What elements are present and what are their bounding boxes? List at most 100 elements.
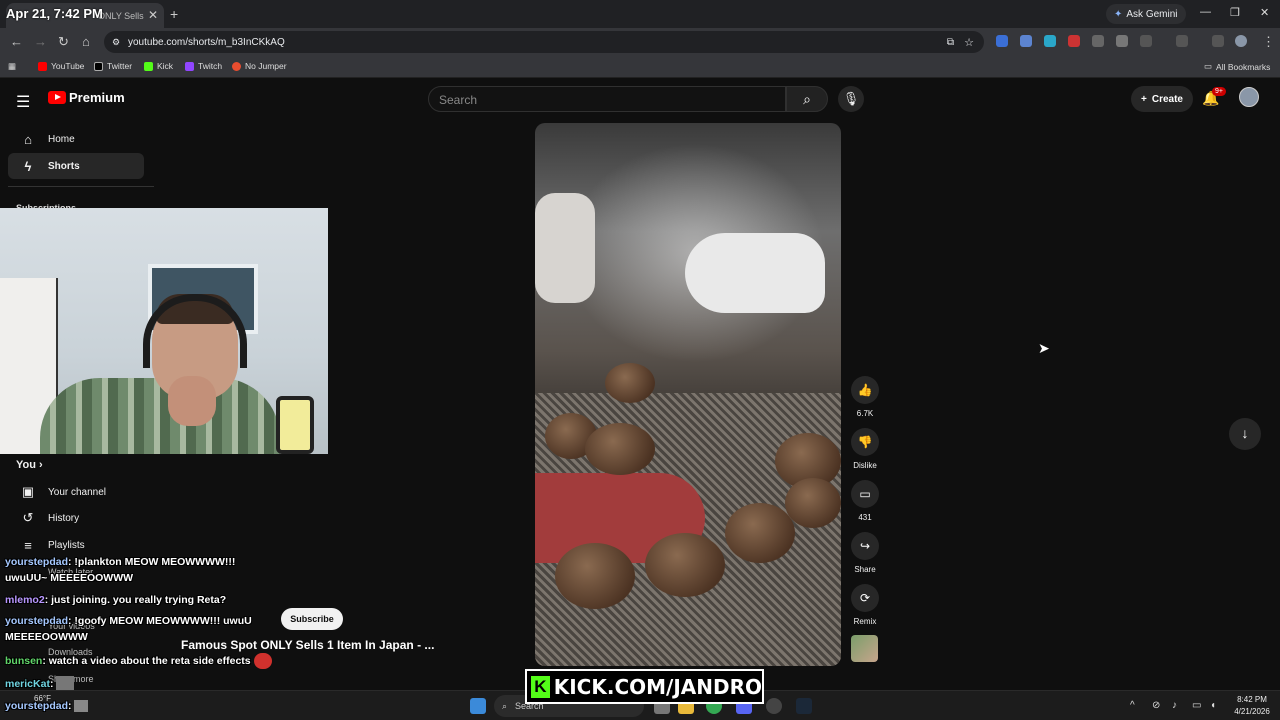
youtube-premium-logo[interactable]: Premium — [48, 90, 125, 105]
reading-list-icon[interactable] — [1212, 35, 1224, 47]
extension-icon[interactable] — [1044, 35, 1056, 47]
thumbs-up-icon[interactable]: 👍 — [851, 376, 879, 404]
extension-icon[interactable] — [996, 35, 1008, 47]
twitch-icon — [185, 61, 194, 71]
ask-gemini-label: Ask Gemini — [1126, 8, 1178, 20]
back-icon[interactable]: ← — [10, 34, 23, 49]
microphone-icon[interactable]: 🎙 — [838, 86, 864, 112]
create-button[interactable]: + Create — [1131, 86, 1193, 112]
person-icon: ▣ — [21, 484, 35, 499]
remix-icon[interactable]: ⟳ — [851, 584, 879, 612]
extension-icon[interactable] — [1068, 35, 1080, 47]
steam-icon[interactable] — [796, 698, 812, 714]
extensions-puzzle-icon[interactable] — [1140, 35, 1152, 47]
chat-message: yourstepdad: !goofy MEOW MEOWWWW!!! uwuU — [5, 615, 252, 627]
tray-network-icon[interactable]: ⊘ — [1152, 700, 1160, 711]
chat-message: yourstepdad: !plankton MEOW MEOWWWW!!! — [5, 556, 236, 568]
remix-action[interactable]: ⟳ Remix — [849, 584, 881, 626]
sidebar-you-heading[interactable]: You › — [16, 459, 43, 471]
sidebar-item-home[interactable]: ⌂ Home — [8, 126, 144, 152]
comments-action[interactable]: ▭ 431 — [849, 480, 881, 522]
video-title[interactable]: Famous Spot ONLY Sells 1 Item In Japan -… — [181, 638, 434, 652]
chat-message: MEEEEOOWWW — [5, 631, 88, 643]
obs-icon[interactable] — [766, 698, 782, 714]
tab-close-icon[interactable]: ✕ — [148, 8, 158, 22]
sidebar-item-playlists[interactable]: ≡ Playlists — [8, 532, 144, 558]
video-patty — [555, 543, 635, 609]
extension-icon[interactable] — [1116, 35, 1128, 47]
tab-timestamp-overlay: Apr 21, 7:42 PM — [6, 6, 103, 21]
extension-icon[interactable] — [1092, 35, 1104, 47]
extension-icon[interactable] — [1020, 35, 1032, 47]
like-action[interactable]: 👍 6.7K — [849, 376, 881, 418]
comment-icon[interactable]: ▭ — [851, 480, 879, 508]
tray-chevron-icon[interactable]: ^ — [1130, 700, 1135, 711]
close-window-icon[interactable]: ✕ — [1260, 6, 1269, 19]
taskbar-clock[interactable]: 8:42 PM 4/21/2026 — [1228, 694, 1276, 718]
profile-avatar[interactable] — [1235, 35, 1247, 47]
subscribe-button[interactable]: Subscribe — [281, 608, 343, 630]
video-patty — [605, 363, 655, 403]
share-icon[interactable]: ↪ — [851, 532, 879, 560]
youtube-icon — [38, 61, 47, 71]
bookmark-twitch[interactable]: Twitch — [185, 61, 222, 71]
kick-overlay-banner: K KICK.COM/JANDRO — [525, 669, 764, 704]
browser-toolbar: ← → ↻ ⌂ ⚙ youtube.com/shorts/m_b3InCKkAQ… — [0, 28, 1280, 56]
search-icon[interactable]: ⌕ — [786, 86, 828, 112]
tray-display-icon[interactable]: ▭ — [1192, 700, 1201, 711]
bookmark-star-icon[interactable]: ☆ — [964, 36, 974, 49]
sidebar-item-your-channel[interactable]: ▣ Your channel — [8, 479, 144, 505]
bookmarks-bar: ▦ YouTube Twitter Kick Twitch No Jumper … — [0, 56, 1280, 78]
hamburger-menu-icon[interactable]: ☰ — [16, 92, 30, 112]
video-glove-left — [535, 193, 595, 303]
bookmark-youtube[interactable]: YouTube — [38, 61, 84, 71]
share-label: Share — [854, 565, 876, 574]
search-icon: ⌕ — [502, 700, 508, 711]
tray-volume-icon[interactable]: ◖ — [1210, 700, 1216, 711]
shorts-icon: ϟ — [24, 158, 32, 174]
kebab-menu-icon[interactable]: ⋮ — [1262, 34, 1275, 50]
video-glove-right — [685, 233, 825, 313]
x-icon — [94, 61, 103, 71]
dislike-action[interactable]: 👎 Dislike — [849, 428, 881, 470]
install-icon[interactable]: ⧉ — [947, 37, 954, 48]
bookmark-no-jumper[interactable]: No Jumper — [232, 61, 287, 71]
sidebar-item-shorts[interactable]: ϟ Shorts — [8, 153, 144, 179]
forward-icon[interactable]: → — [34, 34, 47, 49]
sidebar-item-history[interactable]: ↺ History — [8, 505, 144, 531]
video-patty — [645, 533, 725, 597]
share-action[interactable]: ↪ Share — [849, 532, 881, 574]
side-panel-icon[interactable] — [1176, 35, 1188, 47]
home-icon: ⌂ — [24, 131, 32, 147]
dislike-label: Dislike — [853, 461, 877, 470]
cat-emote-icon — [74, 700, 89, 713]
tray-mic-icon[interactable]: ♪ — [1172, 700, 1177, 711]
windows-start-icon[interactable] — [470, 698, 486, 714]
sound-thumbnail[interactable] — [851, 635, 878, 662]
playlist-icon: ≡ — [24, 537, 32, 553]
shorts-video-player[interactable] — [535, 123, 841, 666]
search-input[interactable]: Search — [428, 86, 786, 112]
minimize-icon[interactable]: — — [1200, 6, 1211, 18]
folder-icon: ▭ — [1204, 61, 1213, 71]
site-info-icon[interactable]: ⚙ — [112, 37, 120, 48]
tab-title: ONLY Sells — [98, 10, 144, 21]
video-patty — [725, 503, 795, 563]
browser-tab[interactable]: Apr 21, 7:42 PM ONLY Sells ✕ — [6, 3, 164, 28]
home-icon[interactable]: ⌂ — [82, 34, 90, 49]
apps-grid-icon[interactable]: ▦ — [8, 61, 16, 72]
thumbs-down-icon[interactable]: 👎 — [851, 428, 879, 456]
ask-gemini-button[interactable]: ✦ Ask Gemini — [1106, 4, 1186, 24]
all-bookmarks[interactable]: ▭ All Bookmarks — [1204, 61, 1270, 72]
reload-icon[interactable]: ↻ — [58, 34, 69, 50]
webcam-hand — [168, 376, 216, 426]
account-avatar[interactable] — [1239, 87, 1259, 107]
restore-icon[interactable]: ❐ — [1230, 6, 1240, 19]
kick-logo-icon: K — [531, 675, 550, 698]
next-short-arrow-icon[interactable]: ↓ — [1229, 418, 1261, 450]
address-bar[interactable]: ⚙ youtube.com/shorts/m_b3InCKkAQ ⧉ ☆ — [104, 31, 984, 53]
remix-label: Remix — [853, 617, 877, 626]
bookmark-kick[interactable]: Kick — [144, 61, 173, 71]
bookmark-twitter[interactable]: Twitter — [94, 61, 132, 71]
new-tab-icon[interactable]: + — [170, 6, 178, 22]
